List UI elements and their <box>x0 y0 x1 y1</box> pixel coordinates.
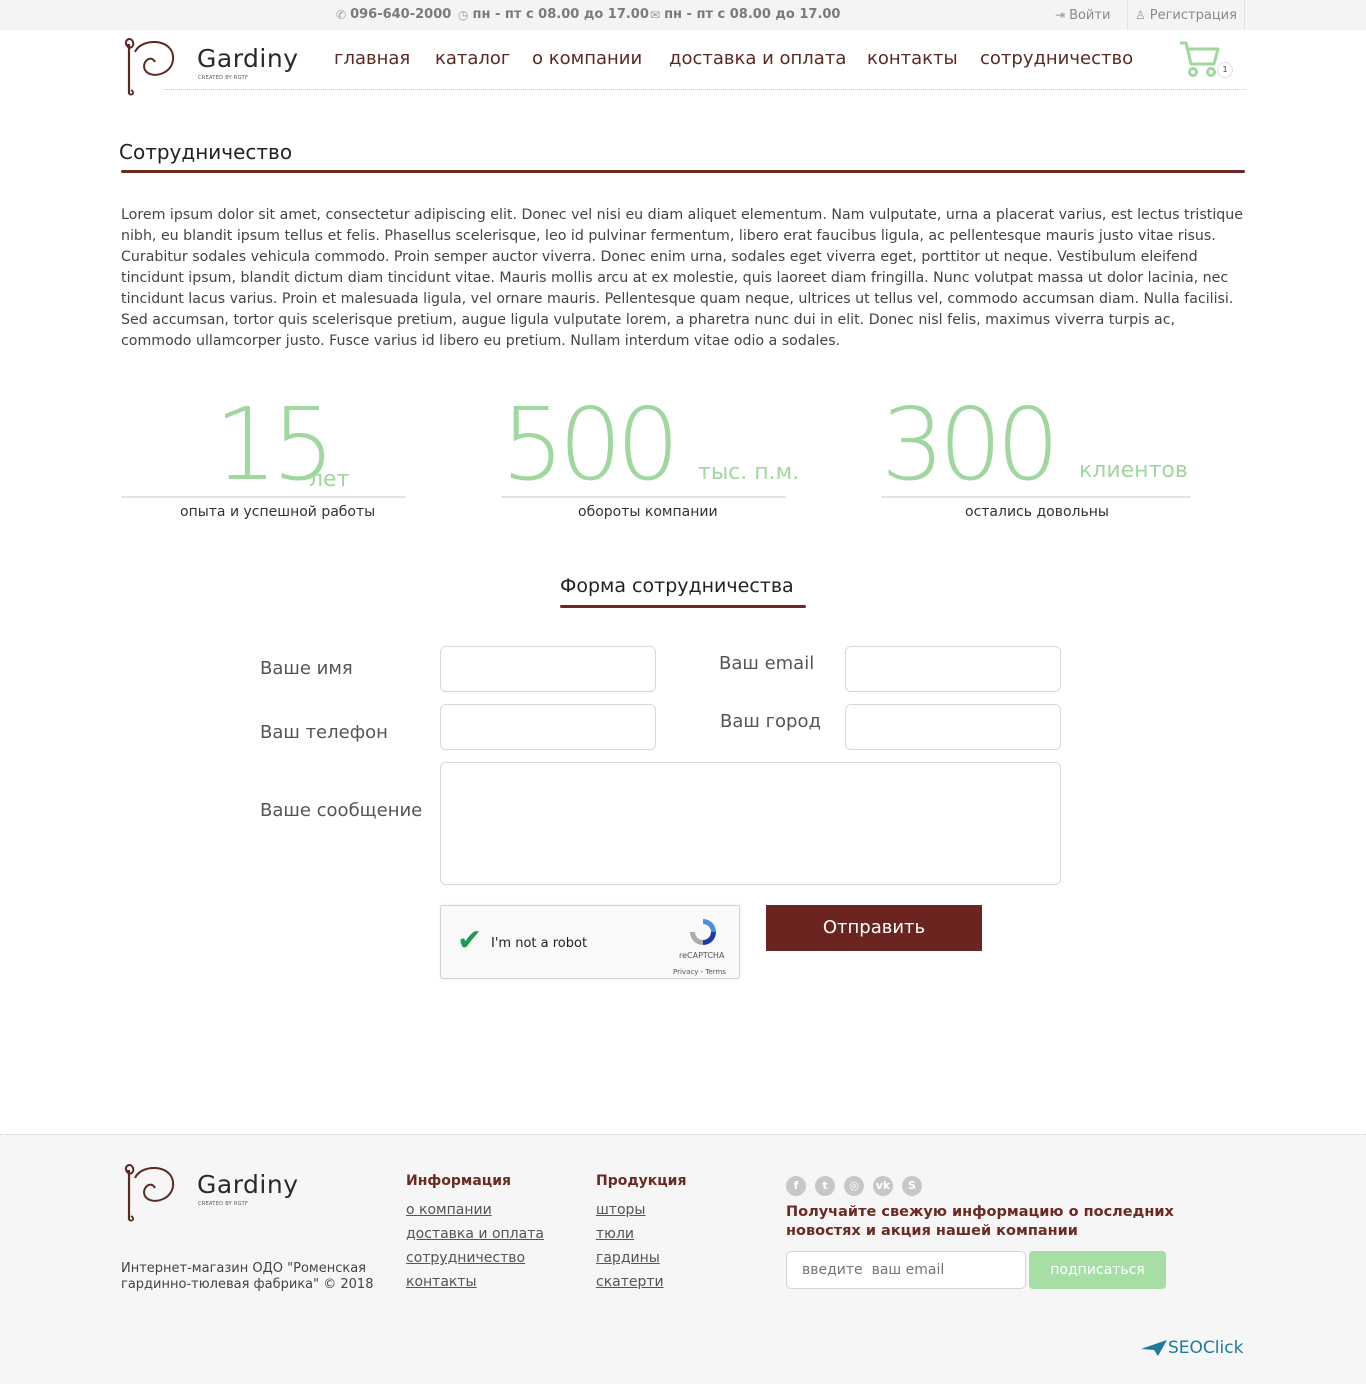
phone-field[interactable] <box>440 704 656 750</box>
city-label: Ваш город <box>720 711 821 732</box>
name-field[interactable] <box>440 646 656 692</box>
title-underline <box>121 170 1245 173</box>
facebook-icon[interactable]: f <box>786 1176 806 1196</box>
footer-description: Интернет-магазин ОДО "Роменская гардинно… <box>121 1261 374 1292</box>
submit-button[interactable]: Отправить <box>766 905 982 951</box>
stat-caption: опыта и успешной работы <box>180 504 376 520</box>
login-icon: ⇥ <box>1055 8 1066 22</box>
footer-link-cooperation[interactable]: сотрудничество <box>406 1250 525 1266</box>
stat-number: 500 <box>501 386 680 503</box>
checkmark-icon: ✔ <box>457 923 483 958</box>
footer-link-tulle[interactable]: тюли <box>596 1226 634 1242</box>
captcha-text: I'm not a robot <box>491 936 588 951</box>
info-column-title: Информация <box>406 1173 511 1189</box>
brand-name: Gardiny <box>197 1170 299 1199</box>
stat-unit: тыс. п.м. <box>698 460 800 485</box>
brand-sub: CREATED BY RGTF <box>198 75 249 81</box>
email-field[interactable] <box>845 646 1061 692</box>
newsletter-text: Получайте свежую информацию о последних … <box>786 1204 1174 1239</box>
email-hours-item: ✉ пн - пт с 08.00 до 17.00 <box>650 7 840 22</box>
developer-credit[interactable]: SEOClick <box>1140 1338 1243 1358</box>
footer-logo[interactable]: Gardiny CREATED BY RGTF <box>121 1162 298 1224</box>
phone-text: 096-640-2000 <box>350 7 452 22</box>
stat-clients: 300 клиентов остались довольны <box>881 395 1201 525</box>
email-label: Ваш email <box>719 653 815 674</box>
login-label: Войти <box>1069 7 1111 23</box>
header-divider <box>163 89 1246 90</box>
twitter-icon[interactable]: t <box>815 1176 835 1196</box>
footer-link-delivery[interactable]: доставка и оплата <box>406 1226 544 1242</box>
brand-sub: CREATED BY RGTF <box>198 1201 249 1207</box>
message-field[interactable] <box>440 762 1061 885</box>
nav-item-home[interactable]: главная <box>334 48 410 69</box>
page-title: Сотрудничество <box>119 140 293 164</box>
skype-icon[interactable]: S <box>902 1176 922 1196</box>
stat-number: 300 <box>881 386 1060 503</box>
nav-item-catalog[interactable]: каталог <box>435 48 510 69</box>
form-title-underline <box>560 605 806 608</box>
newsletter-email-input[interactable] <box>786 1251 1026 1289</box>
stat-divider <box>881 496 1191 498</box>
nav-item-delivery[interactable]: доставка и оплата <box>669 48 846 69</box>
phone-item[interactable]: ✆ 096-640-2000 <box>336 7 451 22</box>
nav-item-contacts[interactable]: контакты <box>867 48 958 69</box>
logo-icon <box>124 1164 175 1222</box>
phone-label: Ваш телефон <box>260 722 388 743</box>
page-text: Lorem ipsum dolor sit amet, consectetur … <box>121 207 1243 349</box>
instagram-icon[interactable]: ◎ <box>844 1176 864 1196</box>
subscribe-button[interactable]: подписаться <box>1029 1251 1166 1289</box>
form-title: Форма сотрудничества <box>560 575 794 597</box>
stat-turnover: 500 тыс. п.м. обороты компании <box>501 395 801 525</box>
paper-plane-icon <box>1141 1340 1167 1356</box>
footer-link-drapes[interactable]: гардины <box>596 1250 660 1266</box>
stat-caption: остались довольны <box>965 504 1109 520</box>
nav-item-cooperation[interactable]: сотрудничество <box>980 48 1133 69</box>
mail-icon: ✉ <box>650 7 661 22</box>
stat-caption: обороты компании <box>578 504 718 520</box>
stat-divider <box>501 496 786 498</box>
stat-unit: лет <box>309 467 350 492</box>
message-label: Ваше сообщение <box>260 800 423 821</box>
user-icon: ♙ <box>1135 8 1146 22</box>
footer-link-about[interactable]: о компании <box>406 1202 492 1218</box>
stat-unit: клиентов <box>1079 458 1188 483</box>
top-bar: ✆ 096-640-2000 ◷ пн - пт с 08.00 до 17.00 … <box>0 0 1366 30</box>
recaptcha-widget[interactable]: ✔ I'm not a robot reCAPTCHA Privacy - Te… <box>440 905 740 979</box>
register-link[interactable]: ♙ Регистрация <box>1127 0 1245 30</box>
recaptcha-icon <box>690 919 716 945</box>
captcha-brand: reCAPTCHA <box>679 951 725 960</box>
hours-text: пн - пт с 08.00 до 17.00 <box>472 7 649 22</box>
vk-icon[interactable]: vk <box>873 1176 893 1196</box>
phone-icon: ✆ <box>336 7 347 22</box>
login-link[interactable]: ⇥ Войти <box>1055 0 1110 30</box>
stat-divider <box>121 496 406 498</box>
social-links: f t ◎ vk S <box>786 1176 922 1196</box>
footer-link-contacts[interactable]: контакты <box>406 1274 477 1290</box>
email-hours-text: пн - пт с 08.00 до 17.00 <box>664 7 841 22</box>
register-label: Регистрация <box>1149 7 1237 23</box>
city-field[interactable] <box>845 704 1061 750</box>
brand-name: Gardiny <box>197 44 299 73</box>
captcha-links[interactable]: Privacy - Terms <box>673 968 726 976</box>
footer-link-curtains[interactable]: шторы <box>596 1202 645 1218</box>
footer-link-tablecloths[interactable]: скатерти <box>596 1274 664 1290</box>
cart-count-badge: 1 <box>1217 62 1233 78</box>
cart-icon <box>1180 41 1220 77</box>
name-label: Ваше имя <box>260 658 353 679</box>
products-column-title: Продукция <box>596 1173 687 1189</box>
hours-item: ◷ пн - пт с 08.00 до 17.00 <box>458 7 649 22</box>
stat-years: 15 лет опыта и успешной работы <box>121 395 411 525</box>
clock-icon: ◷ <box>458 7 469 22</box>
developer-credit-label: SEOClick <box>1168 1338 1244 1358</box>
nav-item-about[interactable]: о компании <box>532 48 642 69</box>
